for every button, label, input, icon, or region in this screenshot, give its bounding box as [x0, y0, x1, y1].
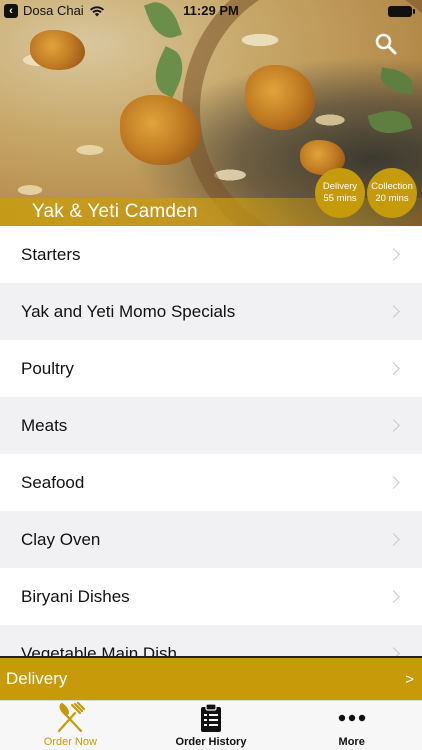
menu-category-row[interactable]: Yak and Yeti Momo Specials: [0, 283, 422, 340]
chevron-right-icon: [387, 590, 400, 603]
menu-category-label: Meats: [21, 415, 68, 435]
menu-category-list[interactable]: Starters Yak and Yeti Momo Specials Poul…: [0, 226, 422, 656]
status-time: 11:29 PM: [183, 3, 239, 18]
menu-category-row[interactable]: Clay Oven: [0, 511, 422, 568]
menu-category-label: Seafood: [21, 472, 85, 492]
search-icon: [375, 33, 397, 55]
menu-category-label: Clay Oven: [21, 529, 101, 549]
menu-category-label: Vegetable Main Dish: [21, 643, 177, 657]
clipboard-icon: [201, 703, 221, 732]
chevron-right-icon: [387, 248, 400, 261]
chevron-right-icon: [387, 305, 400, 318]
chevron-right-icon: [387, 419, 400, 432]
chevron-right-icon: [387, 533, 400, 546]
menu-category-label: Poultry: [21, 358, 74, 378]
menu-category-row[interactable]: Biryani Dishes: [0, 568, 422, 625]
fork-knife-icon: [58, 701, 86, 733]
collection-badge-time: 20 mins: [375, 193, 409, 204]
menu-category-row[interactable]: Vegetable Main Dish: [0, 625, 422, 656]
menu-category-row[interactable]: Poultry: [0, 340, 422, 397]
tab-label: More: [338, 736, 365, 748]
restaurant-name: Yak & Yeti Camden: [32, 201, 198, 222]
order-mode-bar[interactable]: Delivery >: [0, 656, 422, 700]
menu-category-row[interactable]: Seafood: [0, 454, 422, 511]
delivery-badge-label: Delivery: [322, 181, 358, 192]
menu-category-label: Yak and Yeti Momo Specials: [21, 301, 236, 321]
chevron-right-icon: [387, 362, 400, 375]
chevron-right-icon: [387, 647, 400, 656]
order-mode-label: Delivery: [6, 669, 68, 688]
more-dots-icon: [338, 714, 365, 722]
collection-badge-label: Collection: [371, 181, 413, 192]
bottom-tab-bar: Order Now Order History More: [0, 700, 422, 750]
tab-label: Order Now: [43, 736, 97, 748]
battery-icon: [388, 6, 415, 17]
order-mode-arrow: >: [405, 670, 414, 688]
delivery-badge-time: 55 mins: [323, 193, 357, 204]
menu-category-label: Biryani Dishes: [21, 586, 130, 606]
tab-more[interactable]: More: [281, 701, 422, 750]
tab-order-history[interactable]: Order History: [141, 701, 282, 750]
search-button[interactable]: [374, 32, 398, 56]
tab-order-now[interactable]: Order Now: [0, 701, 141, 750]
collection-time-badge: Collection 20 mins: [367, 168, 417, 218]
tab-label: Order History: [175, 736, 247, 748]
menu-category-row[interactable]: Starters: [0, 226, 422, 283]
chevron-right-icon: [387, 476, 400, 489]
status-bar: ‹ Dosa Chai 11:29 PM: [0, 0, 422, 22]
delivery-time-badge: Delivery 55 mins: [315, 168, 365, 218]
menu-category-row[interactable]: Meats: [0, 397, 422, 454]
menu-category-label: Starters: [21, 244, 81, 264]
